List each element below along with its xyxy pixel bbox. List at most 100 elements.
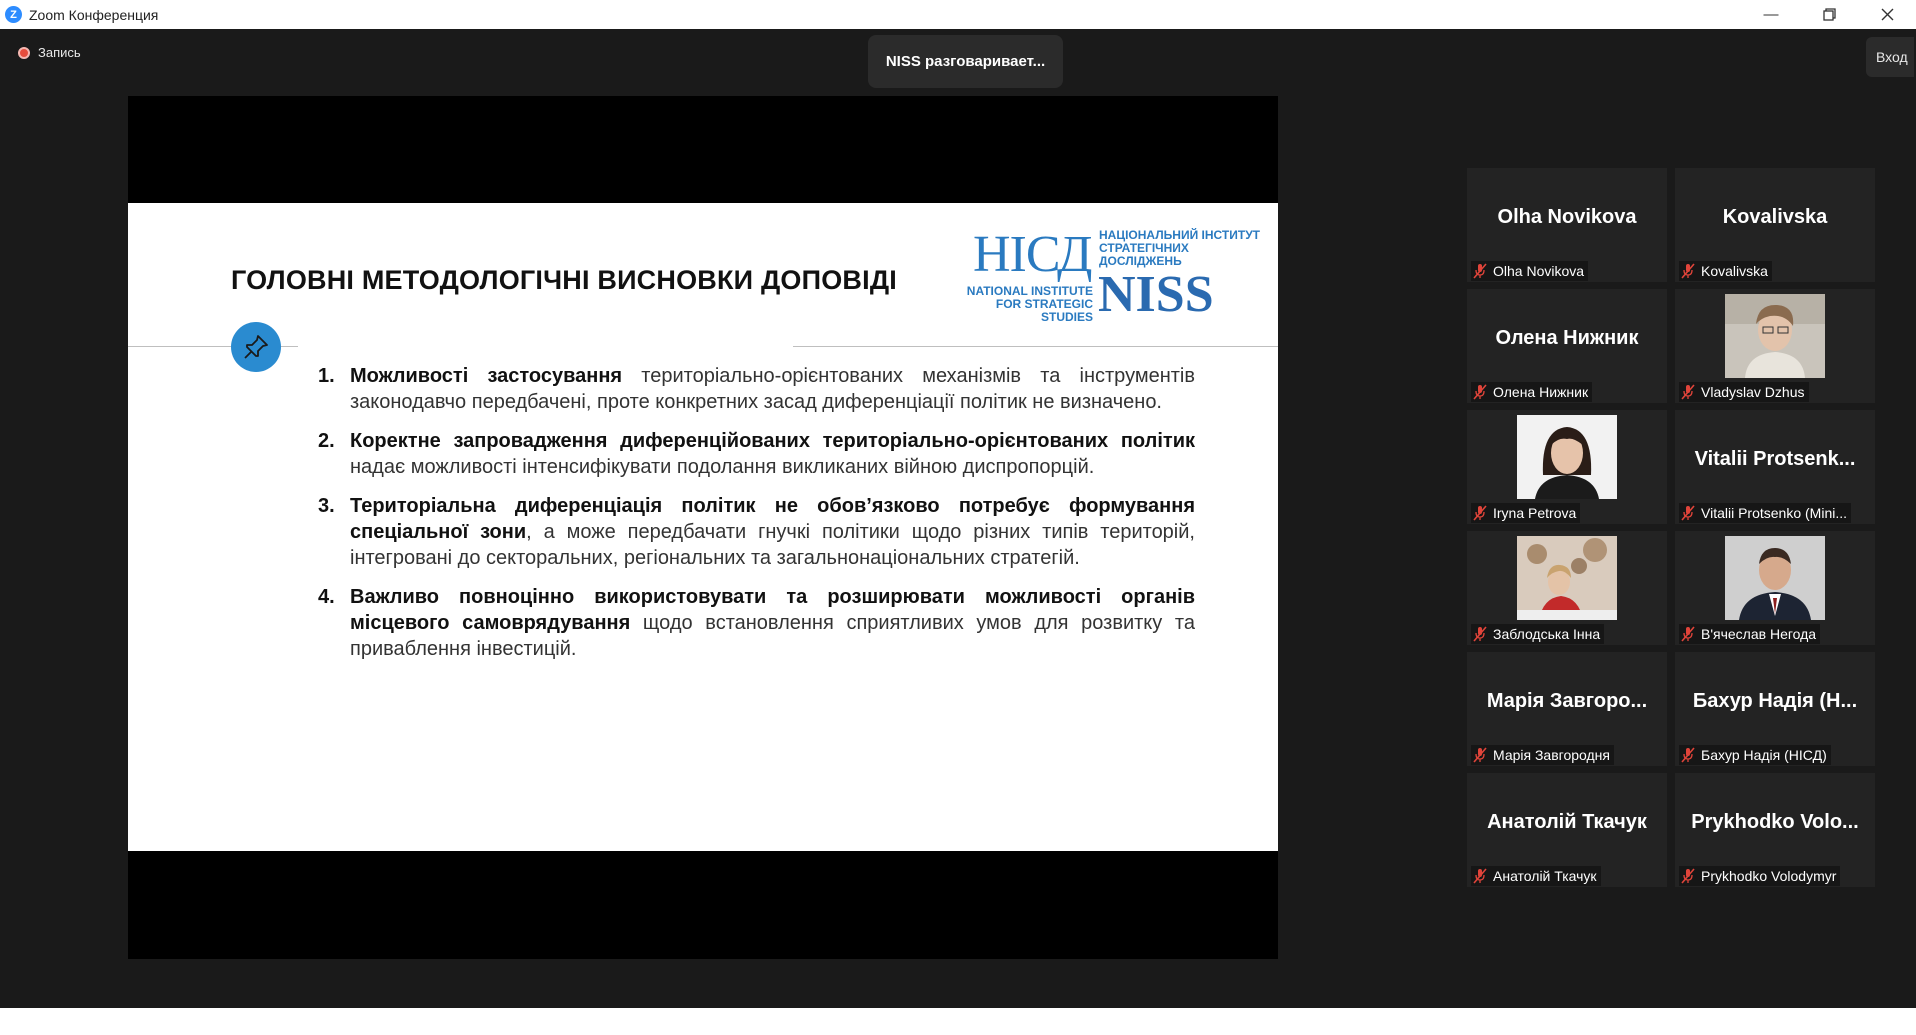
participant-name: Vladyslav Dzhus (1701, 384, 1805, 400)
enter-button[interactable]: Вход (1866, 37, 1914, 77)
participant-tile[interactable]: Марія Завгоро... Марія Завгородня (1467, 652, 1667, 766)
finding-number: 4. (318, 586, 335, 608)
finding-text: Можливості застосування територіально-ор… (350, 365, 1195, 413)
participant-name-display: Olha Novikova (1497, 206, 1637, 228)
participant-label: Kovalivska (1679, 261, 1772, 281)
muted-mic-icon (1473, 626, 1487, 642)
finding-text: Важливо повноцінно використовувати та ро… (350, 586, 1195, 660)
active-speaker-badge: NISS разговаривает... (868, 35, 1063, 88)
participant-tile[interactable]: Олена Нижник Олена Нижник (1467, 289, 1667, 403)
muted-mic-icon (1473, 868, 1487, 884)
divider (793, 346, 1278, 347)
participant-name: Марія Завгородня (1493, 747, 1610, 763)
participant-name: Prykhodko Volodymyr (1701, 868, 1837, 884)
window-controls: — (1742, 0, 1916, 29)
finding-item: 3. Територіальна диференціація політик н… (318, 493, 1198, 571)
muted-mic-icon (1473, 263, 1487, 279)
finding-number: 3. (318, 495, 335, 517)
meeting-area: Запись NISS разговаривает... Вход ГОЛОВН… (0, 29, 1916, 1008)
muted-mic-icon (1473, 505, 1487, 521)
participant-tile[interactable]: Заблодська Інна (1467, 531, 1667, 645)
logo-niss-text: NISS (1098, 266, 1214, 323)
muted-mic-icon (1681, 384, 1695, 400)
pin-icon (231, 322, 281, 372)
active-speaker-text: NISS разговаривает... (885, 53, 1046, 70)
participant-tile[interactable]: Vladyslav Dzhus (1675, 289, 1875, 403)
muted-mic-icon (1681, 505, 1695, 521)
participant-video (1725, 536, 1825, 620)
finding-item: 2. Коректне запровадження диференційован… (318, 428, 1198, 480)
muted-mic-icon (1681, 263, 1695, 279)
muted-mic-icon (1681, 868, 1695, 884)
participant-label: Марія Завгородня (1471, 745, 1614, 765)
logo-hisd-text: НІСД (973, 226, 1092, 283)
participant-tile[interactable]: Prykhodko Volo... Prykhodko Volodymyr (1675, 773, 1875, 887)
recording-indicator[interactable]: Запись (18, 45, 81, 60)
participant-name-display: Kovalivska (1722, 206, 1828, 228)
participant-name: Заблодська Інна (1493, 626, 1601, 642)
participant-label: Олена Нижник (1471, 382, 1593, 402)
muted-mic-icon (1681, 747, 1695, 763)
participant-label: Olha Novikova (1471, 261, 1589, 281)
participant-tile[interactable]: В'ячеслав Негода (1675, 531, 1875, 645)
participant-name-display: Олена Нижник (1495, 327, 1639, 349)
logo-en-text: NATIONAL INSTITUTE FOR STRATEGIC STUDIES (953, 285, 1093, 324)
participant-tile[interactable]: Kovalivska Kovalivska (1675, 168, 1875, 282)
participant-name-display: Prykhodko Volo... (1691, 811, 1859, 833)
participant-name: Бахур Надія (НІСД) (1701, 747, 1827, 763)
record-label: Запись (38, 45, 81, 60)
participant-name: Олена Нижник (1493, 384, 1589, 400)
participant-label: Vitalii Protsenko (Mini... (1679, 503, 1852, 523)
participant-name: Анатолій Ткачук (1493, 868, 1597, 884)
participant-label: Бахур Надія (НІСД) (1679, 745, 1831, 765)
participant-tile[interactable]: Анатолій Ткачук Анатолій Ткачук (1467, 773, 1667, 887)
participant-tile[interactable]: Iryna Petrova (1467, 410, 1667, 524)
participant-name-display: Марія Завгоро... (1486, 690, 1648, 712)
finding-number: 1. (318, 365, 335, 387)
finding-item: 1. Можливості застосування територіально… (318, 363, 1198, 415)
niss-logo: НІСД НАЦІОНАЛЬНИЙ ІНСТИТУТ СТРАТЕГІЧНИХ … (953, 225, 1263, 324)
participant-label: Iryna Petrova (1471, 503, 1581, 523)
presentation-slide: ГОЛОВНІ МЕТОДОЛОГІЧНІ ВИСНОВКИ ДОПОВІДІ … (128, 203, 1278, 851)
window-title: Zoom Конференция (29, 6, 159, 23)
restore-icon (1822, 8, 1836, 21)
participant-name-display: Анатолій Ткачук (1487, 811, 1647, 833)
finding-text: Коректне запровадження диференційованих … (350, 430, 1195, 478)
muted-mic-icon (1473, 384, 1487, 400)
shared-screen: ГОЛОВНІ МЕТОДОЛОГІЧНІ ВИСНОВКИ ДОПОВІДІ … (128, 96, 1278, 959)
participant-name: Vitalii Protsenko (Mini... (1701, 505, 1848, 521)
participant-video (1517, 415, 1617, 499)
participant-name-display: Бахур Надія (Н... (1692, 690, 1858, 712)
participant-label: Анатолій Ткачук (1471, 866, 1601, 886)
restore-button[interactable] (1800, 0, 1858, 29)
participant-label: В'ячеслав Негода (1679, 624, 1821, 644)
close-icon (1881, 8, 1893, 21)
finding-item: 4. Важливо повноцінно використовувати та… (318, 584, 1198, 662)
finding-number: 2. (318, 430, 335, 452)
enter-label: Вход (1876, 49, 1908, 65)
participant-video (1517, 536, 1617, 620)
participant-name: Kovalivska (1701, 263, 1768, 279)
participant-tile[interactable]: Vitalii Protsenk... Vitalii Protsenko (M… (1675, 410, 1875, 524)
participant-tile[interactable]: Olha Novikova Olha Novikova (1467, 168, 1667, 282)
logo-en-line2: FOR STRATEGIC STUDIES (995, 297, 1093, 324)
participant-name: В'ячеслав Негода (1701, 626, 1817, 642)
participant-video (1725, 294, 1825, 378)
muted-mic-icon (1681, 626, 1695, 642)
zoom-logo-icon: Z (5, 6, 22, 23)
title-bar: Z Zoom Конференция — (0, 0, 1916, 29)
participant-label: Заблодська Інна (1471, 624, 1605, 644)
slide-title: ГОЛОВНІ МЕТОДОЛОГІЧНІ ВИСНОВКИ ДОПОВІДІ (231, 265, 897, 295)
participant-tile[interactable]: Бахур Надія (Н... Бахур Надія (НІСД) (1675, 652, 1875, 766)
participant-name-display: Vitalii Protsenk... (1694, 448, 1856, 470)
close-button[interactable] (1858, 0, 1916, 29)
finding-text: Територіальна диференціація політик не о… (350, 495, 1195, 569)
findings-list: 1. Можливості застосування територіально… (318, 363, 1198, 675)
muted-mic-icon (1473, 747, 1487, 763)
participant-name: Olha Novikova (1493, 263, 1585, 279)
minimize-button[interactable]: — (1742, 0, 1800, 29)
participant-name: Iryna Petrova (1493, 505, 1577, 521)
logo-ua-text: НАЦІОНАЛЬНИЙ ІНСТИТУТ СТРАТЕГІЧНИХ ДОСЛІ… (1099, 229, 1263, 268)
participant-label: Vladyslav Dzhus (1679, 382, 1809, 402)
record-icon (18, 46, 30, 59)
